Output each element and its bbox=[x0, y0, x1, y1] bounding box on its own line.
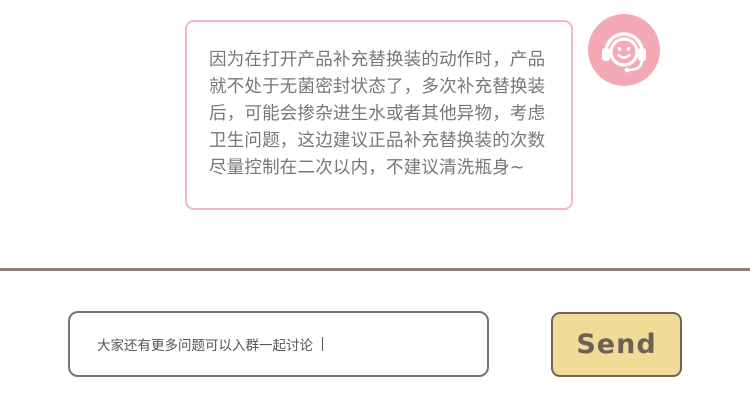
message-line: 因为在打开产品补充替换装的动作时，产品 bbox=[209, 50, 546, 70]
message-bubble: 因为在打开产品补充替换装的动作时，产品 就不处于无菌密封状态了，多次补充替换装 … bbox=[185, 20, 573, 210]
message-line: 尽量控制在二次以内，不建议清洗瓶身~ bbox=[209, 158, 525, 178]
message-line: 卫生问题，这边建议正品补充替换装的次数 bbox=[209, 131, 546, 151]
support-agent-headset-icon bbox=[602, 32, 646, 73]
message-text: 因为在打开产品补充替换装的动作时，产品 就不处于无菌密封状态了，多次补充替换装 … bbox=[209, 47, 553, 182]
send-button[interactable]: Send bbox=[551, 312, 682, 377]
message-line: 就不处于无菌密封状态了，多次补充替换装 bbox=[209, 77, 546, 97]
message-input-value: 大家还有更多问题可以入群一起讨论 bbox=[97, 338, 313, 354]
agent-avatar bbox=[588, 14, 660, 86]
message-line: 后，可能会掺杂进生水或者其他异物，考虑 bbox=[209, 104, 546, 124]
message-input[interactable]: 大家还有更多问题可以入群一起讨论 bbox=[68, 311, 489, 377]
text-caret bbox=[322, 337, 323, 351]
section-divider bbox=[0, 268, 750, 271]
